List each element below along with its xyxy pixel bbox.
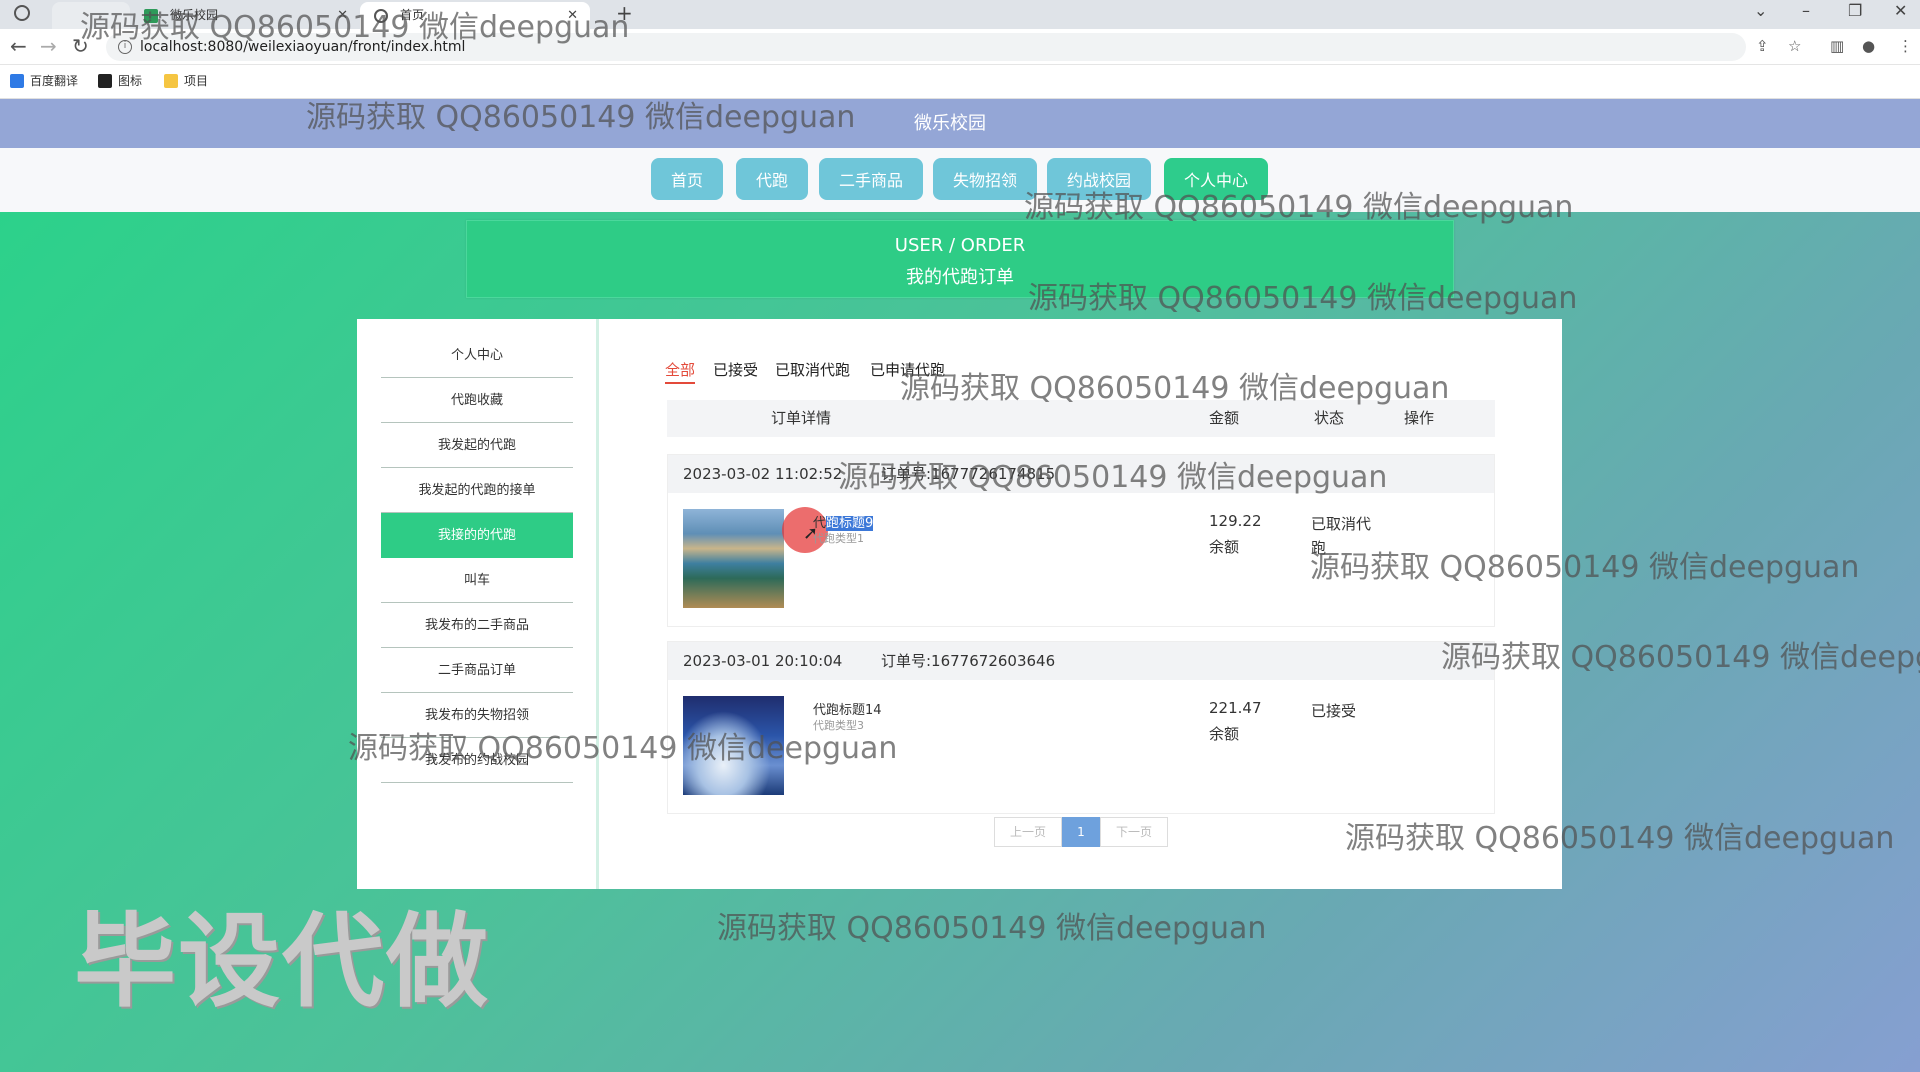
order-payment-method: 余额: [1209, 538, 1240, 556]
site-header: 微乐校园: [0, 99, 1920, 148]
nav-second-hand[interactable]: 二手商品: [819, 158, 923, 200]
browser-menu-icon[interactable]: [14, 5, 30, 21]
order-title-selection: 跑标题9: [826, 516, 874, 531]
order-time: 2023-03-02 11:02:52: [683, 465, 843, 483]
restore-icon[interactable]: ❐: [1848, 0, 1862, 22]
watermark-text: 源码获取 QQ86050149 微信deepguan: [1441, 640, 1920, 675]
sidebar-item-call-car[interactable]: 叫车: [381, 558, 573, 603]
order-type: 代跑类型1: [813, 532, 864, 545]
order-price: 129.22: [1209, 512, 1262, 530]
watermark-text: 源码获取 QQ86050149 微信deepguan: [80, 10, 630, 45]
tab-accepted[interactable]: 已接受: [713, 359, 758, 380]
watermark-text: 源码获取 QQ86050149 微信deepguan: [1024, 190, 1574, 225]
nav-errand[interactable]: 代跑: [736, 158, 808, 200]
order-thumbnail[interactable]: [683, 509, 784, 608]
order-price: 221.47: [1209, 699, 1262, 717]
bookmark-baidu-translate[interactable]: 百度翻译: [10, 73, 78, 89]
watermark-text: 源码获取 QQ86050149 微信deepguan: [900, 371, 1450, 406]
big-watermark: 毕设代做: [74, 903, 490, 1022]
back-icon[interactable]: ←: [10, 35, 27, 57]
sidebar-item-accepted-errands[interactable]: 我接的的代跑: [381, 513, 573, 558]
forward-icon[interactable]: →: [40, 35, 57, 57]
order-card-header: 2023-03-01 20:10:04 订单号:1677672603646: [668, 642, 1494, 680]
sidebar-item-user-center[interactable]: 个人中心: [381, 333, 573, 378]
tab-cancelled[interactable]: 已取消代跑: [775, 359, 850, 380]
bookmark-label: 百度翻译: [30, 74, 79, 88]
tab-list-chevron-icon[interactable]: ⌄: [1754, 0, 1767, 22]
bookmark-star-icon[interactable]: ☆: [1788, 37, 1801, 55]
user-sidebar: 个人中心 代跑收藏 我发起的代跑 我发起的代跑的接单 我接的的代跑 叫车 我发布…: [357, 319, 599, 889]
order-title[interactable]: 代跑标题14: [813, 699, 882, 718]
order-payment-method: 余额: [1209, 725, 1240, 743]
sidebar-toggle-icon[interactable]: ▥: [1830, 37, 1844, 55]
order-time: 2023-03-01 20:10:04: [683, 652, 843, 670]
banner-en-title: USER / ORDER: [894, 235, 1026, 256]
minimize-icon[interactable]: –: [1802, 0, 1810, 22]
nav-lost-found[interactable]: 失物招领: [933, 158, 1037, 200]
profile-avatar-icon[interactable]: ●: [1862, 37, 1875, 55]
sidebar-item-my-errands[interactable]: 我发起的代跑: [381, 423, 573, 468]
order-status: 已接受: [1311, 702, 1357, 720]
watermark-text: 源码获取 QQ86050149 微信deepguan: [717, 911, 1267, 946]
watermark-text: 源码获取 QQ86050149 微信deepguan: [1345, 821, 1895, 856]
main-nav: 首页 代跑 二手商品 失物招领 约战校园 个人中心: [0, 148, 1920, 212]
more-menu-icon[interactable]: ⋮: [1898, 37, 1913, 55]
sidebar-item-second-hand-orders[interactable]: 二手商品订单: [381, 648, 573, 693]
site-title: 微乐校园: [914, 113, 986, 134]
translate-icon: [10, 74, 24, 88]
nav-home[interactable]: 首页: [651, 158, 723, 200]
page-1-button[interactable]: 1: [1062, 817, 1100, 847]
tab-all[interactable]: 全部: [665, 359, 696, 384]
image-icon: [98, 74, 112, 88]
sidebar-item-errand-favorites[interactable]: 代跑收藏: [381, 378, 573, 423]
next-page-button[interactable]: 下一页: [1100, 817, 1168, 847]
watermark-text: 源码获取 QQ86050149 微信deepguan: [838, 460, 1388, 495]
bookmarks-bar: 百度翻译 图标 项目: [0, 65, 1920, 99]
watermark-text: 源码获取 QQ86050149 微信deepguan: [306, 100, 856, 135]
bookmark-label: 项目: [184, 74, 209, 88]
header-order-details: 订单详情: [771, 409, 832, 427]
share-icon[interactable]: ⇪: [1756, 37, 1769, 55]
bookmark-icons[interactable]: 图标: [98, 73, 142, 89]
order-title[interactable]: 代跑标题9: [813, 512, 874, 531]
order-number: 订单号:1677672603646: [881, 652, 1056, 670]
watermark-text: 源码获取 QQ86050149 微信deepguan: [1028, 281, 1578, 316]
prev-page-button[interactable]: 上一页: [994, 817, 1062, 847]
folder-icon: [164, 74, 178, 88]
sidebar-item-my-errand-takers[interactable]: 我发起的代跑的接单: [381, 468, 573, 513]
watermark-text: 源码获取 QQ86050149 微信deepguan: [1310, 550, 1860, 585]
bookmark-label: 图标: [118, 74, 143, 88]
watermark-text: 源码获取 QQ86050149 微信deepguan: [348, 731, 898, 766]
bookmark-project[interactable]: 项目: [164, 73, 208, 89]
window-close-icon[interactable]: ✕: [1894, 0, 1907, 22]
sidebar-item-my-second-hand[interactable]: 我发布的二手商品: [381, 603, 573, 648]
